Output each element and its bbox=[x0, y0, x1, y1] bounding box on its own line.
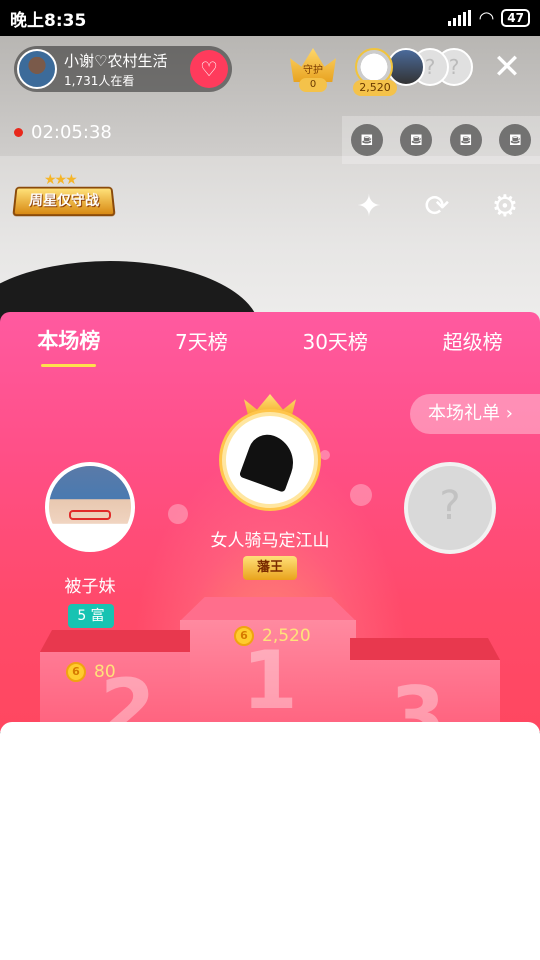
sofa-icon[interactable]: ⛾ bbox=[400, 124, 433, 156]
ranking-panel: 本场榜 7天榜 30天榜 超级榜 本场礼单 › 1 2 3 女人骑马定江山 藩王… bbox=[0, 312, 540, 732]
seat-row: ⛾ ⛾ ⛾ ⛾ bbox=[342, 116, 540, 164]
guard-badge[interactable]: 守护 0 bbox=[290, 48, 336, 92]
second-place-rich-badge: 5 富 bbox=[68, 604, 114, 628]
chevron-right-icon: › bbox=[505, 403, 513, 424]
timer-text: 02:05:38 bbox=[31, 122, 112, 143]
week-star-label: 周星仅守战 bbox=[12, 186, 116, 217]
ranking-tabs: 本场榜 7天榜 30天榜 超级榜 bbox=[0, 312, 540, 368]
bubble-decoration bbox=[320, 450, 330, 460]
guard-crown-icon: 守护 bbox=[290, 48, 336, 82]
status-icons: ◠ 47 bbox=[448, 8, 530, 29]
top-viewer-coins: 2,520 bbox=[353, 80, 397, 96]
signal-icon bbox=[448, 10, 472, 26]
bubble-decoration bbox=[350, 484, 372, 506]
sofa-icon[interactable]: ⛾ bbox=[499, 124, 532, 156]
avatar-glasses bbox=[69, 510, 111, 520]
second-place-avatar[interactable] bbox=[45, 462, 135, 552]
first-place-avatar[interactable] bbox=[222, 412, 318, 508]
sofa-icon[interactable]: ⛾ bbox=[449, 124, 482, 156]
first-coins-value: 2,520 bbox=[262, 626, 311, 646]
stars-icon: ★★★ bbox=[44, 172, 78, 188]
gift-list-label: 本场礼单 bbox=[428, 403, 500, 424]
status-bar: 晚上8:35 ◠ 47 bbox=[0, 0, 540, 36]
sofa-icon[interactable]: ⛾ bbox=[350, 124, 383, 156]
close-icon: ✕ bbox=[492, 47, 522, 87]
heart-plus-icon: ♡ bbox=[200, 57, 218, 81]
close-button[interactable]: ✕ bbox=[490, 50, 524, 86]
follow-button[interactable]: ♡ bbox=[190, 50, 228, 88]
clock: 晚上8:35 bbox=[10, 10, 87, 31]
guard-count: 0 bbox=[299, 78, 327, 92]
first-place-coins: 6 2,520 bbox=[234, 626, 311, 646]
first-place-title-badge: 藩王 bbox=[243, 556, 297, 580]
host-name: 小谢♡农村生活 bbox=[64, 51, 168, 70]
viewer-count: 1,731人在看 bbox=[64, 73, 135, 88]
live-timer: 02:05:38 bbox=[14, 122, 112, 143]
podium-second-top bbox=[40, 630, 190, 652]
host-info[interactable]: 小谢♡农村生活 1,731人在看 ♡ bbox=[14, 46, 232, 92]
second-place-name: 被子妹 bbox=[64, 577, 116, 597]
coin-icon: 6 bbox=[234, 626, 254, 646]
second-place-coins: 6 80 bbox=[66, 662, 116, 682]
tab-30-days[interactable]: 30天榜 bbox=[294, 326, 375, 355]
magic-wand-icon[interactable]: ✦ bbox=[350, 188, 388, 226]
podium-first-top bbox=[180, 597, 356, 621]
guard-label: 守护 bbox=[303, 65, 323, 76]
camera-flip-icon[interactable]: ⟳ bbox=[418, 188, 456, 226]
first-place-name: 女人骑马定江山 bbox=[210, 531, 330, 551]
second-coins-value: 80 bbox=[94, 662, 116, 682]
podium-third-top bbox=[350, 638, 500, 660]
coin-icon: 6 bbox=[66, 662, 86, 682]
settings-icon[interactable]: ⚙ bbox=[486, 188, 524, 226]
avatar-figure bbox=[238, 429, 302, 493]
tab-super[interactable]: 超级榜 bbox=[435, 326, 511, 355]
podium-number: 1 bbox=[242, 634, 298, 727]
tab-7-days[interactable]: 7天榜 bbox=[167, 326, 236, 355]
gift-list-button[interactable]: 本场礼单 › bbox=[410, 394, 540, 434]
bubble-decoration bbox=[168, 504, 188, 524]
week-star-badge[interactable]: ★★★ 周星仅守战 bbox=[12, 172, 116, 220]
host-avatar[interactable] bbox=[17, 49, 57, 89]
host-text: 小谢♡农村生活 1,731人在看 bbox=[64, 50, 167, 89]
ranking-list-sheet bbox=[0, 722, 540, 960]
third-place-empty-avatar[interactable]: ? bbox=[404, 462, 496, 554]
recording-dot-icon bbox=[14, 128, 23, 137]
battery-icon: 47 bbox=[501, 9, 530, 27]
wifi-icon: ◠ bbox=[479, 7, 494, 29]
tab-current[interactable]: 本场榜 bbox=[29, 325, 108, 367]
